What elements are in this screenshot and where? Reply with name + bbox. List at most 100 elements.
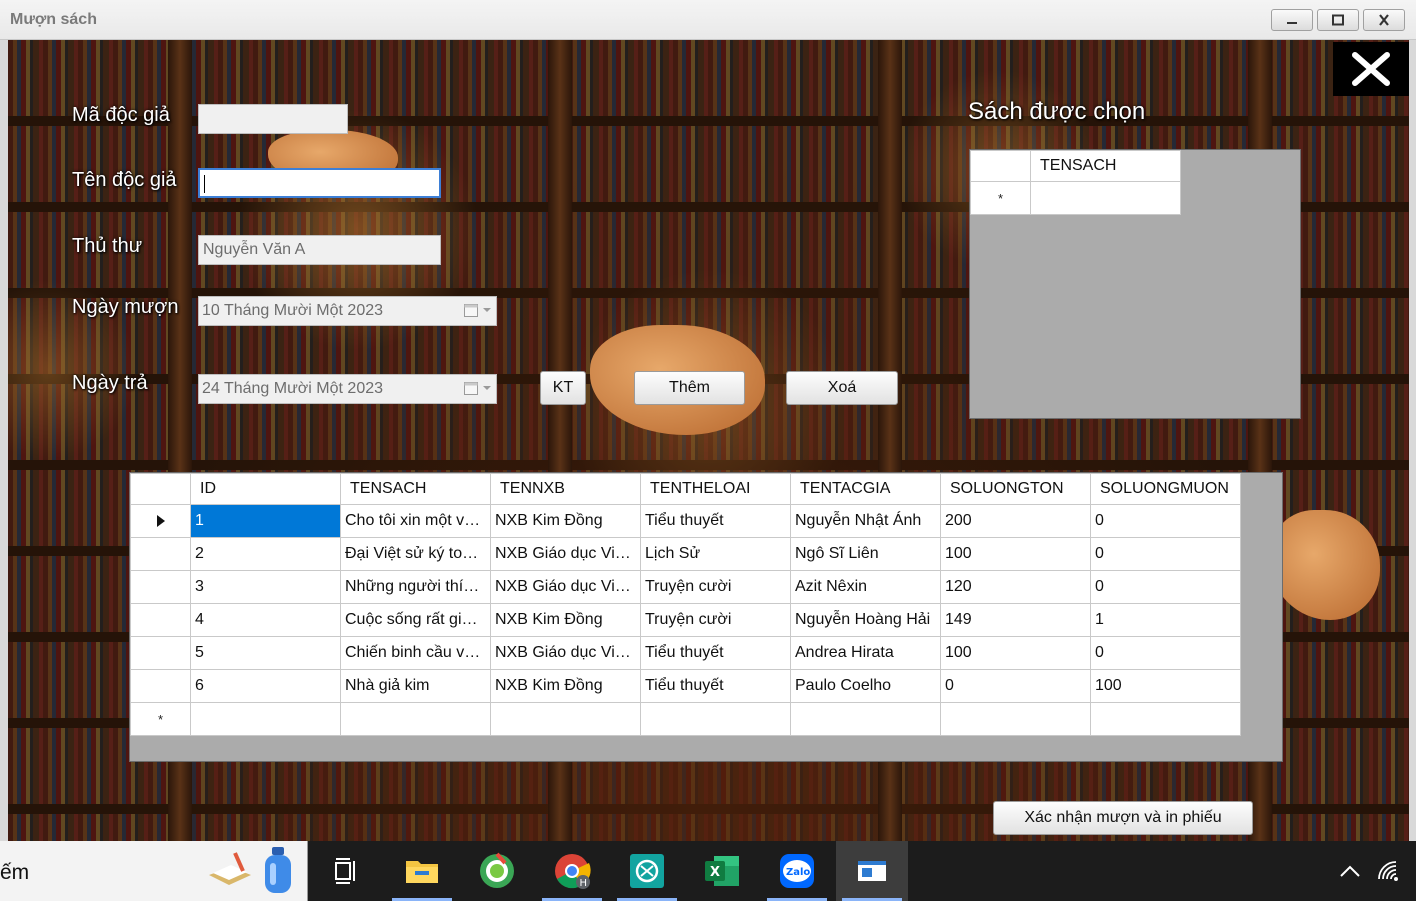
books-grid[interactable]: ID TENSACH TENNXB TENTHELOAI TENTACGIA SOLUON…	[129, 472, 1283, 762]
cell-soluongton[interactable]: 100	[940, 636, 1091, 670]
cell-tennxb[interactable]: NXB Kim Đồng	[490, 669, 641, 703]
new-row-cell[interactable]	[940, 702, 1091, 736]
cell-id[interactable]: 1	[190, 504, 341, 538]
taskbar-excel[interactable]: X	[686, 841, 758, 901]
table-row[interactable]: 5Chiến binh cầu vồngNXB Giáo dục Việt Na…	[130, 636, 1241, 670]
table-row[interactable]: 3Những người thích đùaNXB Giáo dục Việt …	[130, 570, 1241, 604]
taskbar-coccoc[interactable]	[461, 841, 533, 901]
cell-tennxb[interactable]: NXB Kim Đồng	[490, 603, 641, 637]
table-row[interactable]: 4Cuộc sống rất giống cuộc đờiNXB Kim Đồn…	[130, 603, 1241, 637]
table-row[interactable]: 1Cho tôi xin một vé đi tuổi thơNXB Kim Đ…	[130, 504, 1241, 538]
cell-id[interactable]: 5	[190, 636, 341, 670]
table-row[interactable]: 6 Nhà giả kim NXB Kim Đồng Tiểu thuyết Paulo…	[130, 669, 1241, 703]
kt-button[interactable]: KT	[540, 371, 586, 405]
cell-soluongmuon[interactable]: 0	[1090, 636, 1241, 670]
cell-soluongton[interactable]: 200	[940, 504, 1091, 538]
chosen-books-grid[interactable]: TENSACH *	[969, 149, 1301, 419]
cell-tensach[interactable]: Nhà giả kim	[340, 669, 491, 703]
cell-tentheloai[interactable]: Tiểu thuyết	[640, 504, 791, 538]
column-header-id[interactable]: ID	[190, 473, 341, 505]
task-view-button[interactable]	[310, 841, 382, 901]
cell-soluongton[interactable]: 120	[940, 570, 1091, 604]
cell-soluongton[interactable]: 100	[940, 537, 1091, 571]
cell-soluongmuon[interactable]: 100	[1090, 669, 1241, 703]
cell-soluongton[interactable]: 149	[940, 603, 1091, 637]
cell-soluongton[interactable]: 0	[940, 669, 1091, 703]
row-header[interactable]	[130, 570, 191, 604]
new-row-cell[interactable]	[490, 702, 641, 736]
row-header[interactable]	[130, 537, 191, 571]
cell-soluongmuon[interactable]: 0	[1090, 570, 1241, 604]
taskbar-zalo[interactable]: Zalo	[761, 841, 833, 901]
cell-tentheloai[interactable]: Truyện cười	[640, 570, 791, 604]
taskbar-search-box[interactable]: ếm	[0, 841, 308, 901]
cell-tentheloai[interactable]: Lịch Sử	[640, 537, 791, 571]
cell-tentacgia[interactable]: Nguyễn Nhật Ánh	[790, 504, 941, 538]
row-header[interactable]	[130, 669, 191, 703]
cell-tensach[interactable]: Cuộc sống rất giống cuộc đời	[340, 603, 491, 637]
cell-tentacgia[interactable]: Ngô Sĩ Liên	[790, 537, 941, 571]
row-header[interactable]	[130, 636, 191, 670]
cell-tensach[interactable]: Cho tôi xin một vé đi tuổi thơ	[340, 504, 491, 538]
column-header-tensach[interactable]: TENSACH	[340, 473, 491, 505]
xoa-button[interactable]: Xoá	[786, 371, 898, 405]
column-header-tentheloai[interactable]: TENTHELOAI	[640, 473, 791, 505]
cell-tentacgia[interactable]: Nguyễn Hoàng Hải	[790, 603, 941, 637]
cell-tentacgia[interactable]: Azit Nêxin	[790, 570, 941, 604]
chosen-new-cell[interactable]	[1030, 181, 1181, 215]
cell-tentacgia[interactable]: Paulo Coelho	[790, 669, 941, 703]
ngay-tra-datepicker[interactable]: 24 Tháng Mười Một 2023	[198, 374, 497, 404]
wifi-icon[interactable]	[1376, 859, 1402, 883]
cell-tennxb[interactable]: NXB Giáo dục Việt Nam	[490, 537, 641, 571]
window-close-button[interactable]	[1363, 9, 1405, 31]
new-row-cell[interactable]	[1090, 702, 1241, 736]
new-row[interactable]: *	[130, 702, 1241, 736]
cell-id[interactable]: 4	[190, 603, 341, 637]
taskbar-chrome[interactable]: H	[536, 841, 608, 901]
taskbar-winforms-app[interactable]	[836, 841, 908, 901]
column-header-tentacgia[interactable]: TENTACGIA	[790, 473, 941, 505]
cell-tensach[interactable]: Những người thích đùa	[340, 570, 491, 604]
ma-doc-gia-input[interactable]	[198, 104, 348, 134]
cell-tentheloai[interactable]: Truyện cười	[640, 603, 791, 637]
chosen-new-row[interactable]: *	[970, 181, 1181, 215]
ten-doc-gia-input[interactable]	[198, 168, 441, 198]
row-header[interactable]	[130, 504, 191, 538]
thu-thu-input[interactable]: Nguyễn Văn A	[198, 235, 441, 265]
cell-id[interactable]: 3	[190, 570, 341, 604]
column-header-soluongton[interactable]: SOLUONGTON	[940, 473, 1091, 505]
datepicker-dropdown[interactable]	[463, 302, 492, 318]
cell-tennxb[interactable]: NXB Kim Đồng	[490, 504, 641, 538]
cell-tentheloai[interactable]: Tiểu thuyết	[640, 669, 791, 703]
cell-soluongmuon[interactable]: 0	[1090, 504, 1241, 538]
minimize-button[interactable]	[1271, 9, 1313, 31]
taskbar-file-explorer[interactable]	[386, 841, 458, 901]
new-row-cell[interactable]	[340, 702, 491, 736]
confirm-borrow-print-button[interactable]: Xác nhận mượn và in phiếu	[993, 801, 1253, 835]
cell-tentheloai[interactable]: Tiểu thuyết	[640, 636, 791, 670]
datepicker-dropdown[interactable]	[463, 380, 492, 396]
cell-id[interactable]: 2	[190, 537, 341, 571]
cell-tensach[interactable]: Chiến binh cầu vồng	[340, 636, 491, 670]
cell-tentacgia[interactable]: Andrea Hirata	[790, 636, 941, 670]
column-header-tennxb[interactable]: TENNXB	[490, 473, 641, 505]
row-header[interactable]	[130, 603, 191, 637]
them-button[interactable]: Thêm	[634, 371, 745, 405]
chevron-up-icon[interactable]	[1338, 861, 1362, 881]
cell-tensach[interactable]: Đại Việt sử ký toàn thư	[340, 537, 491, 571]
table-row[interactable]: 2Đại Việt sử ký toàn thưNXB Giáo dục Việ…	[130, 537, 1241, 571]
form-close-button[interactable]	[1333, 42, 1409, 96]
cell-tennxb[interactable]: NXB Giáo dục Việt Nam	[490, 636, 641, 670]
column-header-tensach[interactable]: TENSACH	[1030, 150, 1181, 182]
cell-soluongmuon[interactable]: 0	[1090, 537, 1241, 571]
cell-tennxb[interactable]: NXB Giáo dục Việt Nam	[490, 570, 641, 604]
new-row-cell[interactable]	[190, 702, 341, 736]
new-row-cell[interactable]	[640, 702, 791, 736]
new-row-cell[interactable]	[790, 702, 941, 736]
cell-soluongmuon[interactable]: 1	[1090, 603, 1241, 637]
cell-id[interactable]: 6	[190, 669, 341, 703]
column-header-soluongmuon[interactable]: SOLUONGMUON	[1090, 473, 1241, 505]
ngay-muon-datepicker[interactable]: 10 Tháng Mười Một 2023	[198, 296, 497, 326]
taskbar-chatgpt[interactable]	[611, 841, 683, 901]
maximize-button[interactable]	[1317, 9, 1359, 31]
